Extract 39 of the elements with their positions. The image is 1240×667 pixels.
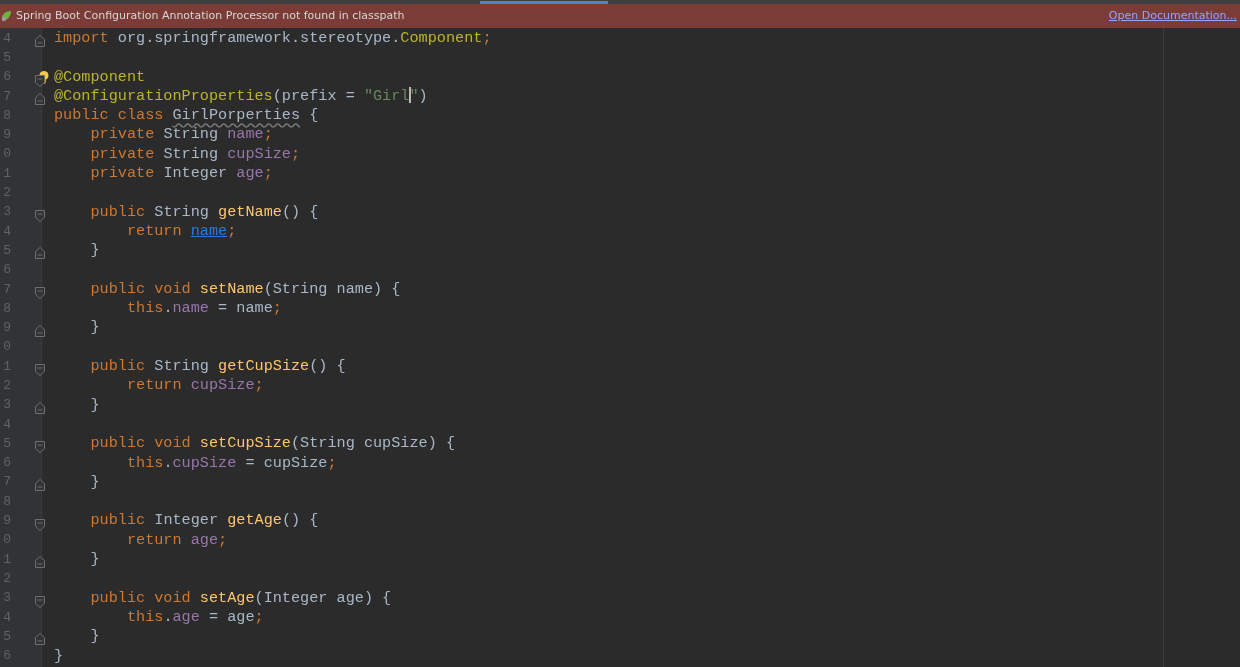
code-line: } [89,627,100,646]
fold-end-icon[interactable] [34,324,46,338]
code-line: public class GirlPorperties { [54,106,319,125]
code-line: return name; [125,221,237,240]
code-line: public String getName() { [89,202,319,221]
code-line: public Integer getAge() { [89,511,319,530]
fold-end-icon[interactable] [34,633,46,647]
code-line: private String name; [89,125,273,144]
fold-end-icon[interactable] [34,556,46,570]
code-line: this.cupSize = cupSize; [125,453,337,472]
fold-end-icon[interactable] [34,479,46,493]
open-documentation-link[interactable]: Open Documentation... [1108,7,1237,25]
code-line: } [54,646,64,665]
code-line: } [89,318,100,337]
fold-end-icon[interactable] [34,401,46,415]
code-line: @ConfigurationProperties(prefix = "Girl") [54,86,428,105]
code-line: public String getCupSize() { [89,357,346,376]
code-line: return age; [125,530,228,549]
code-line: public void setAge(Integer age) { [89,588,392,607]
fold-end-icon[interactable] [34,35,46,49]
code-line: return cupSize; [125,376,264,395]
spring-leaf-icon [0,10,12,22]
code-line: public void setName(String name) { [89,279,401,298]
code-line: import org.springframework.stereotype.Component; [54,29,492,47]
fold-end-icon[interactable] [34,93,46,107]
code-line: this.age = age; [125,607,264,626]
code-line: } [89,472,100,491]
fold-icon[interactable] [34,73,46,87]
code-line: private String cupSize; [89,144,301,163]
code-line: } [89,550,100,568]
code-line: this.name = name; [125,299,282,318]
code-line: @Component [54,67,146,86]
warning-message: Spring Boot Configuration Annotation Processor not found in classpath [16,7,405,24]
fold-end-icon[interactable] [34,247,46,261]
code-line: } [89,241,100,260]
code-line: private Integer age; [89,164,273,183]
lightbulb-icon[interactable] [38,69,50,85]
code-line: } [89,395,100,414]
code-line: public void setCupSize(String cupSize) { [89,434,456,453]
